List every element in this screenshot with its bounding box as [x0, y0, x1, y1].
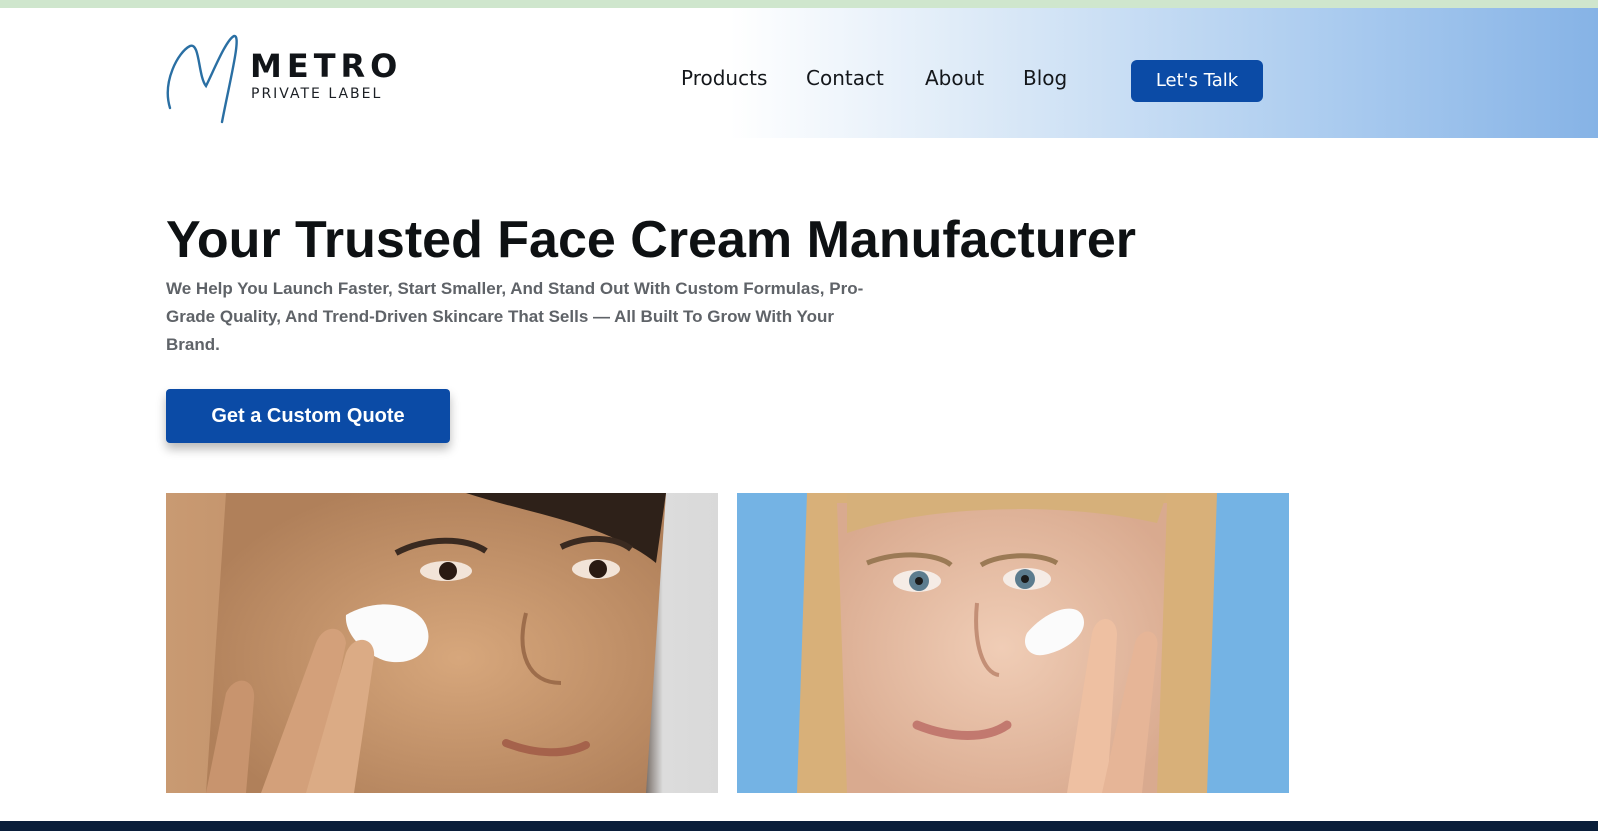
nav-item-about[interactable]: About — [925, 68, 984, 88]
top-accent-strip — [0, 0, 1598, 8]
lets-talk-button[interactable]: Let's Talk — [1131, 60, 1263, 102]
m-signature-icon — [166, 34, 238, 124]
hero-title: Your Trusted Face Cream Manufacturer — [166, 211, 1136, 269]
get-custom-quote-button[interactable]: Get a Custom Quote — [166, 389, 450, 443]
woman-applying-face-cream-photo-2 — [737, 493, 1289, 793]
nav-item-contact[interactable]: Contact — [806, 68, 884, 88]
woman-applying-face-cream-photo-1 — [166, 493, 718, 793]
nav-item-products[interactable]: Products — [681, 68, 767, 88]
site-header: METRO PRIVATE LABEL Products Contact Abo… — [0, 8, 1598, 138]
footer-bar — [0, 821, 1598, 831]
site-logo[interactable]: METRO PRIVATE LABEL — [166, 30, 406, 126]
nav-item-blog[interactable]: Blog — [1023, 68, 1067, 88]
hero-subtitle: We Help You Launch Faster, Start Smaller… — [166, 279, 864, 354]
logo-wordmark: METRO — [250, 47, 403, 85]
logo-tagline: PRIVATE LABEL — [251, 86, 383, 102]
